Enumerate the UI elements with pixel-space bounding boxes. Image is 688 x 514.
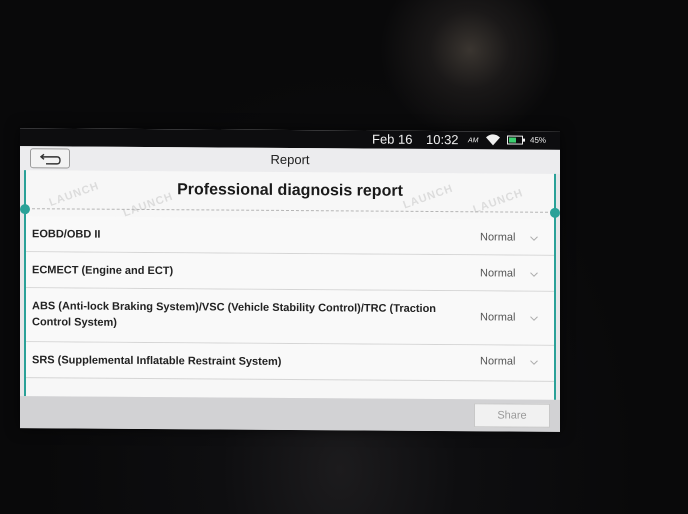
row-status: Normal [480, 355, 516, 368]
row-status: Normal [480, 231, 516, 244]
chevron-down-icon [530, 236, 538, 241]
chevron-down-icon [530, 360, 538, 365]
divider [32, 208, 548, 213]
status-battery: 45% [530, 135, 547, 145]
report-list: EOBD/OBD II Normal ECMECT (Engine and EC… [26, 216, 554, 382]
report-row[interactable]: ECMECT (Engine and ECT) Normal [26, 252, 554, 292]
card-edge-dot [550, 207, 560, 218]
report-card: LAUNCH LAUNCH LAUNCH LAUNCH Professional… [20, 170, 560, 400]
status-date: Feb 16 [372, 131, 413, 147]
status-ampm: AM [468, 137, 479, 145]
row-label: ABS (Anti-lock Braking System)/VSC (Vehi… [32, 300, 437, 329]
report-heading: Professional diagnosis report [177, 181, 403, 200]
bottom-bar: Share [20, 396, 560, 432]
device-screen: Feb 16 10:32 AM 45% Report LAUNCH LAUNCH… [20, 128, 560, 432]
chevron-down-icon [530, 316, 538, 321]
row-label: EOBD/OBD II [32, 228, 101, 241]
status-time: 10:32 [426, 131, 459, 148]
chevron-down-icon [530, 272, 538, 277]
share-button[interactable]: Share [474, 403, 550, 428]
page-title: Report [270, 151, 310, 168]
report-row[interactable]: EOBD/OBD II Normal [26, 216, 554, 256]
report-row[interactable]: SRS (Supplemental Inflatable Restraint S… [26, 342, 554, 382]
wifi-icon [486, 134, 500, 146]
report-row[interactable]: ABS (Anti-lock Braking System)/VSC (Vehi… [26, 288, 554, 346]
row-label: SRS (Supplemental Inflatable Restraint S… [32, 354, 282, 368]
row-status: Normal [480, 267, 516, 280]
row-label: ECMECT (Engine and ECT) [32, 264, 174, 278]
battery-icon [507, 135, 525, 145]
row-status: Normal [480, 311, 516, 324]
card-edge-dot [20, 204, 30, 215]
